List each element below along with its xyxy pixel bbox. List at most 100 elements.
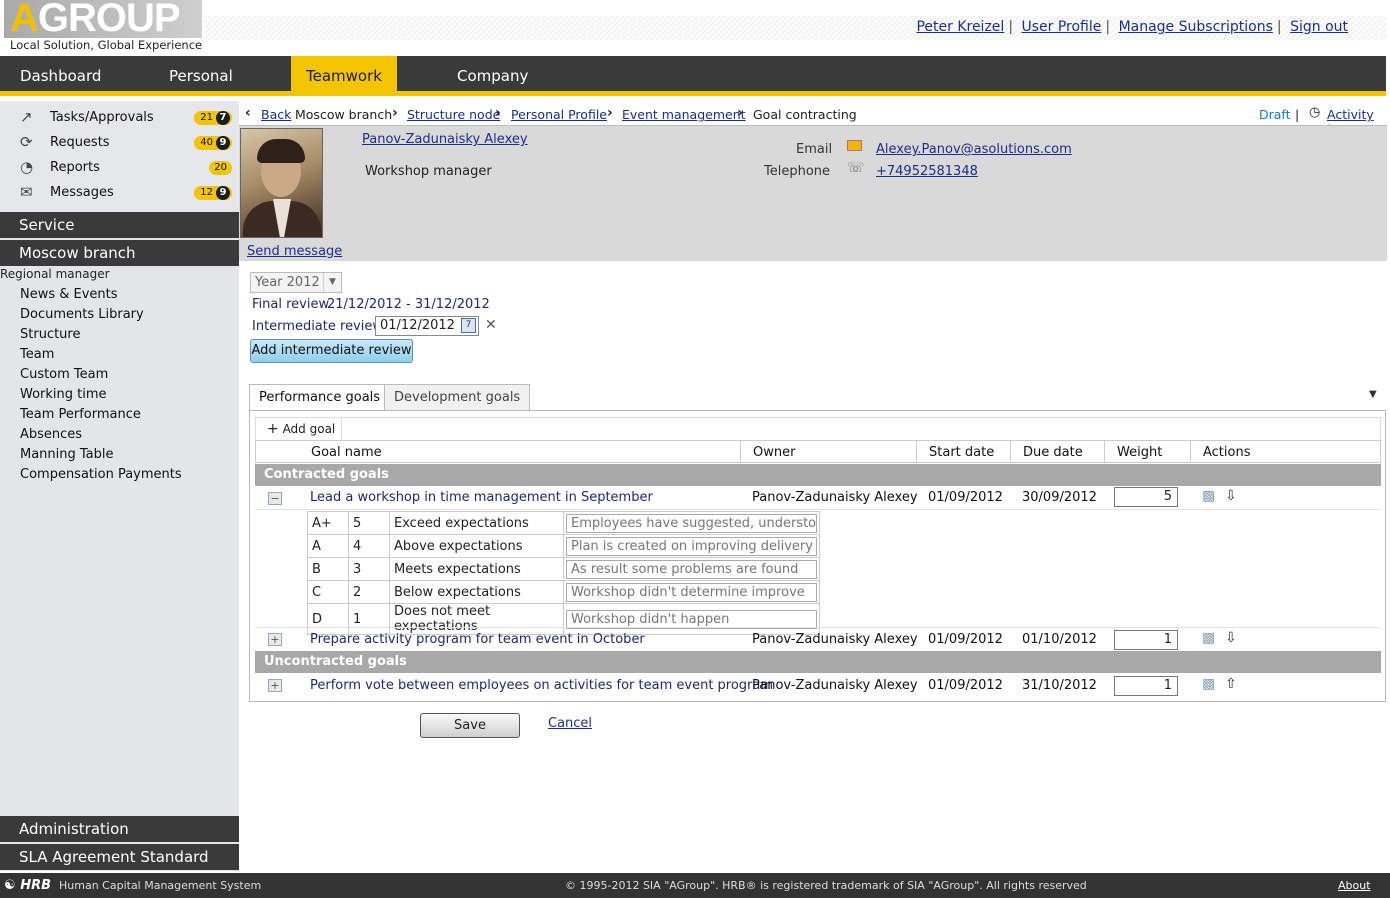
intermediate-review-label: Intermediate review	[252, 319, 383, 334]
criteria-input[interactable]: Workshop didn't determine improve	[566, 582, 818, 602]
sign-out-link[interactable]: Sign out	[1290, 19, 1348, 35]
goal-due: 31/10/2012	[1022, 678, 1097, 693]
goal-name[interactable]: Prepare activity program for team event …	[310, 632, 645, 647]
tab-performance-goals[interactable]: Performance goals	[249, 384, 391, 411]
sidebar-link-documents[interactable]: Documents Library	[20, 307, 144, 322]
scale-row: B 3 Meets expectations As result some pr…	[307, 557, 821, 581]
col-owner[interactable]: Owner	[753, 445, 795, 460]
weight-input[interactable]: 1	[1114, 676, 1178, 696]
comment-icon[interactable]: ▩	[1202, 630, 1215, 646]
tab-development-goals[interactable]: Development goals	[384, 384, 531, 410]
comment-icon[interactable]: ▩	[1202, 488, 1215, 504]
sidebar-link-custom-team[interactable]: Custom Team	[20, 367, 108, 382]
sidebar-item-requests[interactable]: ⟳ Requests 40 9	[20, 132, 232, 154]
user-links: Peter Kreizel | User Profile | Manage Subs…	[204, 16, 1386, 40]
chevron-right-icon: ›	[607, 105, 613, 121]
goal-start: 01/09/2012	[928, 632, 1003, 647]
group-contracted: Contracted goals	[255, 464, 1381, 486]
tasks-badge: 21 7	[194, 111, 232, 125]
table-row: + Perform vote between employees on acti…	[255, 674, 1381, 697]
sidebar-link-team[interactable]: Team	[20, 347, 54, 362]
col-weight[interactable]: Weight	[1117, 445, 1162, 460]
sidebar-item-tasks[interactable]: ↗ Tasks/Approvals 21 7	[20, 107, 232, 129]
employee-profile: Panov-Zadunaisky Alexey Workshop manager…	[239, 125, 1387, 261]
criteria-input[interactable]: As result some problems are found	[566, 559, 818, 579]
arrow-up-icon[interactable]: ⇧	[1225, 676, 1237, 692]
calendar-icon[interactable]: 7	[461, 318, 476, 333]
table-row: − Lead a workshop in time management in …	[255, 487, 1381, 510]
arrow-down-icon[interactable]: ⇩	[1225, 630, 1237, 646]
user-profile-link[interactable]: User Profile	[1021, 19, 1101, 35]
evaluation-scale: A+ 5 Exceed expectations Employees have …	[307, 511, 821, 635]
nav-company[interactable]: Company	[457, 56, 528, 96]
criteria-input[interactable]: Employees have suggested, understo	[566, 513, 818, 533]
col-start-date[interactable]: Start date	[929, 445, 994, 460]
sidebar-moscow-branch[interactable]: Moscow branch	[0, 240, 239, 266]
expand-icon[interactable]: +	[268, 679, 282, 692]
goal-name[interactable]: Perform vote between employees on activi…	[310, 678, 773, 693]
add-goal-button[interactable]: + Add goal	[256, 418, 342, 440]
sidebar-link-structure[interactable]: Structure	[20, 327, 80, 342]
sidebar-link-manning-table[interactable]: Manning Table	[20, 447, 114, 462]
user-name-link[interactable]: Peter Kreizel	[916, 19, 1004, 35]
sidebar-link-compensation[interactable]: Compensation Payments	[20, 467, 182, 482]
manage-subscriptions-link[interactable]: Manage Subscriptions	[1119, 19, 1273, 35]
messages-badge: 12 9	[194, 186, 232, 200]
breadcrumb: ‹ Back Moscow branch › Structure node › …	[239, 101, 1390, 137]
sidebar-link-absences[interactable]: Absences	[20, 427, 82, 442]
sidebar-sla[interactable]: SLA Agreement Standard	[0, 844, 239, 870]
save-button[interactable]: Save	[420, 713, 520, 738]
phone-link[interactable]: +74952581348	[876, 164, 978, 179]
grid-toolbar: + Add goal	[255, 417, 1381, 440]
goal-owner: Panov-Zadunaisky Alexey	[752, 490, 918, 505]
collapse-arrow-icon[interactable]: ▼	[1369, 389, 1377, 400]
about-link[interactable]: About	[1338, 873, 1371, 898]
chevron-right-icon: ›	[392, 105, 398, 121]
col-goal-name[interactable]: Goal name	[311, 445, 382, 460]
intermediate-date-input[interactable]: 01/12/2012 7	[375, 316, 479, 336]
criteria-input[interactable]: Plan is created on improving delivery	[566, 536, 818, 556]
sidebar-item-reports[interactable]: ◔ Reports 20	[20, 157, 232, 179]
sidebar-role: Regional manager	[0, 267, 110, 281]
company-logo[interactable]: AGROUP Local Solution, Global Experience	[4, 0, 204, 52]
send-message-link[interactable]: Send message	[247, 244, 342, 259]
sidebar-administration[interactable]: Administration	[0, 816, 239, 842]
nav-teamwork[interactable]: Teamwork	[291, 56, 397, 96]
comment-icon[interactable]: ▩	[1202, 676, 1215, 692]
sidebar-service[interactable]: Service	[0, 212, 239, 238]
arrow-down-icon[interactable]: ⇩	[1225, 488, 1237, 504]
cancel-link[interactable]: Cancel	[548, 716, 592, 731]
scale-row: C 2 Below expectations Workshop didn't d…	[307, 580, 821, 604]
expand-icon[interactable]: +	[268, 633, 282, 646]
weight-input[interactable]: 5	[1114, 487, 1178, 507]
sidebar-link-team-performance[interactable]: Team Performance	[20, 407, 141, 422]
criteria-input[interactable]: Workshop didn't happen	[566, 609, 818, 629]
group-uncontracted: Uncontracted goals	[255, 651, 1381, 673]
crumb-personal-profile[interactable]: Personal Profile	[511, 107, 607, 122]
crumb-event-management[interactable]: Event management	[622, 107, 746, 122]
add-intermediate-review-button[interactable]: Add intermediate review	[250, 339, 413, 363]
back-link[interactable]: Back	[261, 107, 291, 122]
goal-owner: Panov-Zadunaisky Alexey	[752, 678, 918, 693]
employee-photo	[240, 128, 323, 238]
year-select[interactable]: Year 2012 ▼	[250, 272, 342, 293]
goal-name[interactable]: Lead a workshop in time management in Se…	[310, 490, 653, 505]
crumb-goal-contracting: Goal contracting	[753, 107, 857, 122]
reports-badge: 20	[209, 161, 232, 175]
sidebar-link-working-time[interactable]: Working time	[20, 387, 107, 402]
nav-dashboard[interactable]: Dashboard	[20, 56, 101, 96]
sidebar: ↗ Tasks/Approvals 21 7 ⟳ Requests 40 9 ◔ R…	[0, 101, 239, 871]
nav-personal[interactable]: Personal	[169, 56, 233, 96]
employee-name-link[interactable]: Panov-Zadunaisky Alexey	[362, 132, 528, 147]
weight-input[interactable]: 1	[1114, 630, 1178, 650]
final-review-label: Final review	[252, 297, 330, 312]
sidebar-item-messages[interactable]: ✉ Messages 12 9	[20, 182, 232, 204]
sidebar-link-news[interactable]: News & Events	[20, 287, 118, 302]
collapse-icon[interactable]: −	[268, 492, 282, 505]
crumb-structure-node[interactable]: Structure node	[407, 107, 500, 122]
clear-date-icon[interactable]: ✕	[485, 317, 497, 333]
goals-grid: + Add goal Goal name Owner Start date Du…	[249, 410, 1386, 702]
email-link[interactable]: Alexey.Panov@asolutions.com	[876, 142, 1072, 157]
header: AGROUP Local Solution, Global Experience…	[0, 0, 1390, 56]
col-due-date[interactable]: Due date	[1023, 445, 1083, 460]
